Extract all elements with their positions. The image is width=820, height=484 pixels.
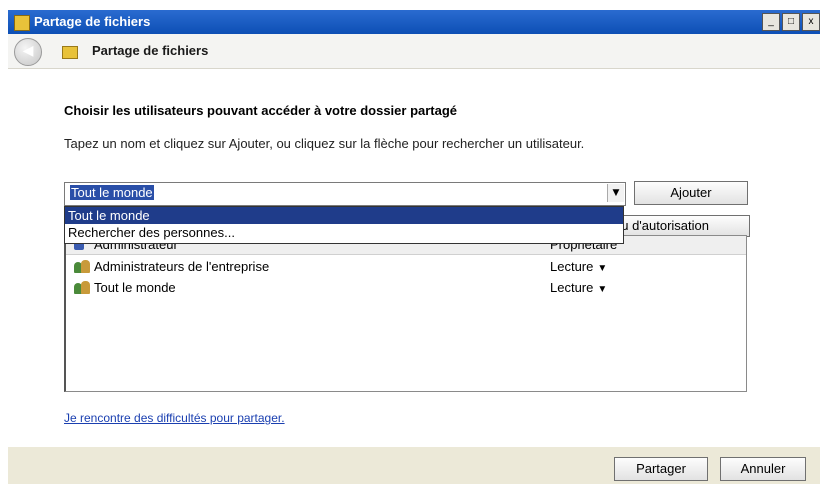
permission-dropdown[interactable]: Lecture ▼ [550, 280, 607, 295]
caret-down-icon[interactable]: ▼ [597, 284, 607, 295]
back-arrow-icon[interactable]: ◀ [14, 38, 42, 66]
share-button[interactable]: Partager [614, 457, 708, 481]
permission-value: Lecture [550, 280, 594, 295]
add-button[interactable]: Ajouter [634, 181, 748, 205]
list-row[interactable]: Administrateurs de l'entreprise Lecture ▼ [66, 257, 746, 277]
window-controls: _ □ x [762, 13, 820, 31]
user-name: Administrateurs de l'entreprise [94, 259, 270, 274]
window-title: Partage de fichiers [34, 14, 151, 29]
list-row[interactable]: Tout le monde Lecture ▼ [66, 278, 746, 298]
shared-folder-icon [62, 46, 78, 59]
page-heading: Choisir les utilisateurs pouvant accéder… [64, 103, 458, 118]
dialog-footer: Partager Annuler [8, 447, 820, 484]
file-sharing-window: Partage de fichiers _ □ x ◀ Partage de f… [8, 10, 820, 484]
dropdown-item-everyone[interactable]: Tout le monde [65, 207, 623, 224]
user-group-icon [74, 260, 92, 274]
instruction-text: Tapez un nom et cliquez sur Ajouter, ou … [64, 136, 585, 151]
close-button[interactable]: x [802, 13, 820, 31]
navigation-bar: ◀ Partage de fichiers [8, 34, 820, 69]
dropdown-item-search-people[interactable]: Rechercher des personnes... [65, 224, 623, 241]
title-bar: Partage de fichiers _ □ x [8, 10, 820, 34]
help-link[interactable]: Je rencontre des difficultés pour partag… [64, 411, 285, 425]
user-group-icon [74, 281, 92, 295]
cancel-button[interactable]: Annuler [720, 457, 806, 481]
user-name: Tout le monde [94, 280, 176, 295]
nav-title: Partage de fichiers [92, 43, 209, 58]
permission-dropdown[interactable]: Lecture ▼ [550, 259, 607, 274]
maximize-button[interactable]: □ [782, 13, 800, 31]
main-content: Choisir les utilisateurs pouvant accéder… [8, 69, 820, 447]
user-combo-box[interactable]: Tout le monde ▼ [64, 182, 626, 206]
folder-icon [14, 15, 30, 31]
combo-value[interactable]: Tout le monde [70, 185, 154, 200]
user-dropdown-list: Tout le monde Rechercher des personnes..… [64, 206, 624, 244]
chevron-down-icon[interactable]: ▼ [607, 184, 624, 202]
users-list: Administrateur Propriétaire Administrate… [64, 235, 747, 392]
permission-value: Lecture [550, 259, 594, 274]
caret-down-icon[interactable]: ▼ [597, 263, 607, 274]
minimize-button[interactable]: _ [762, 13, 780, 31]
